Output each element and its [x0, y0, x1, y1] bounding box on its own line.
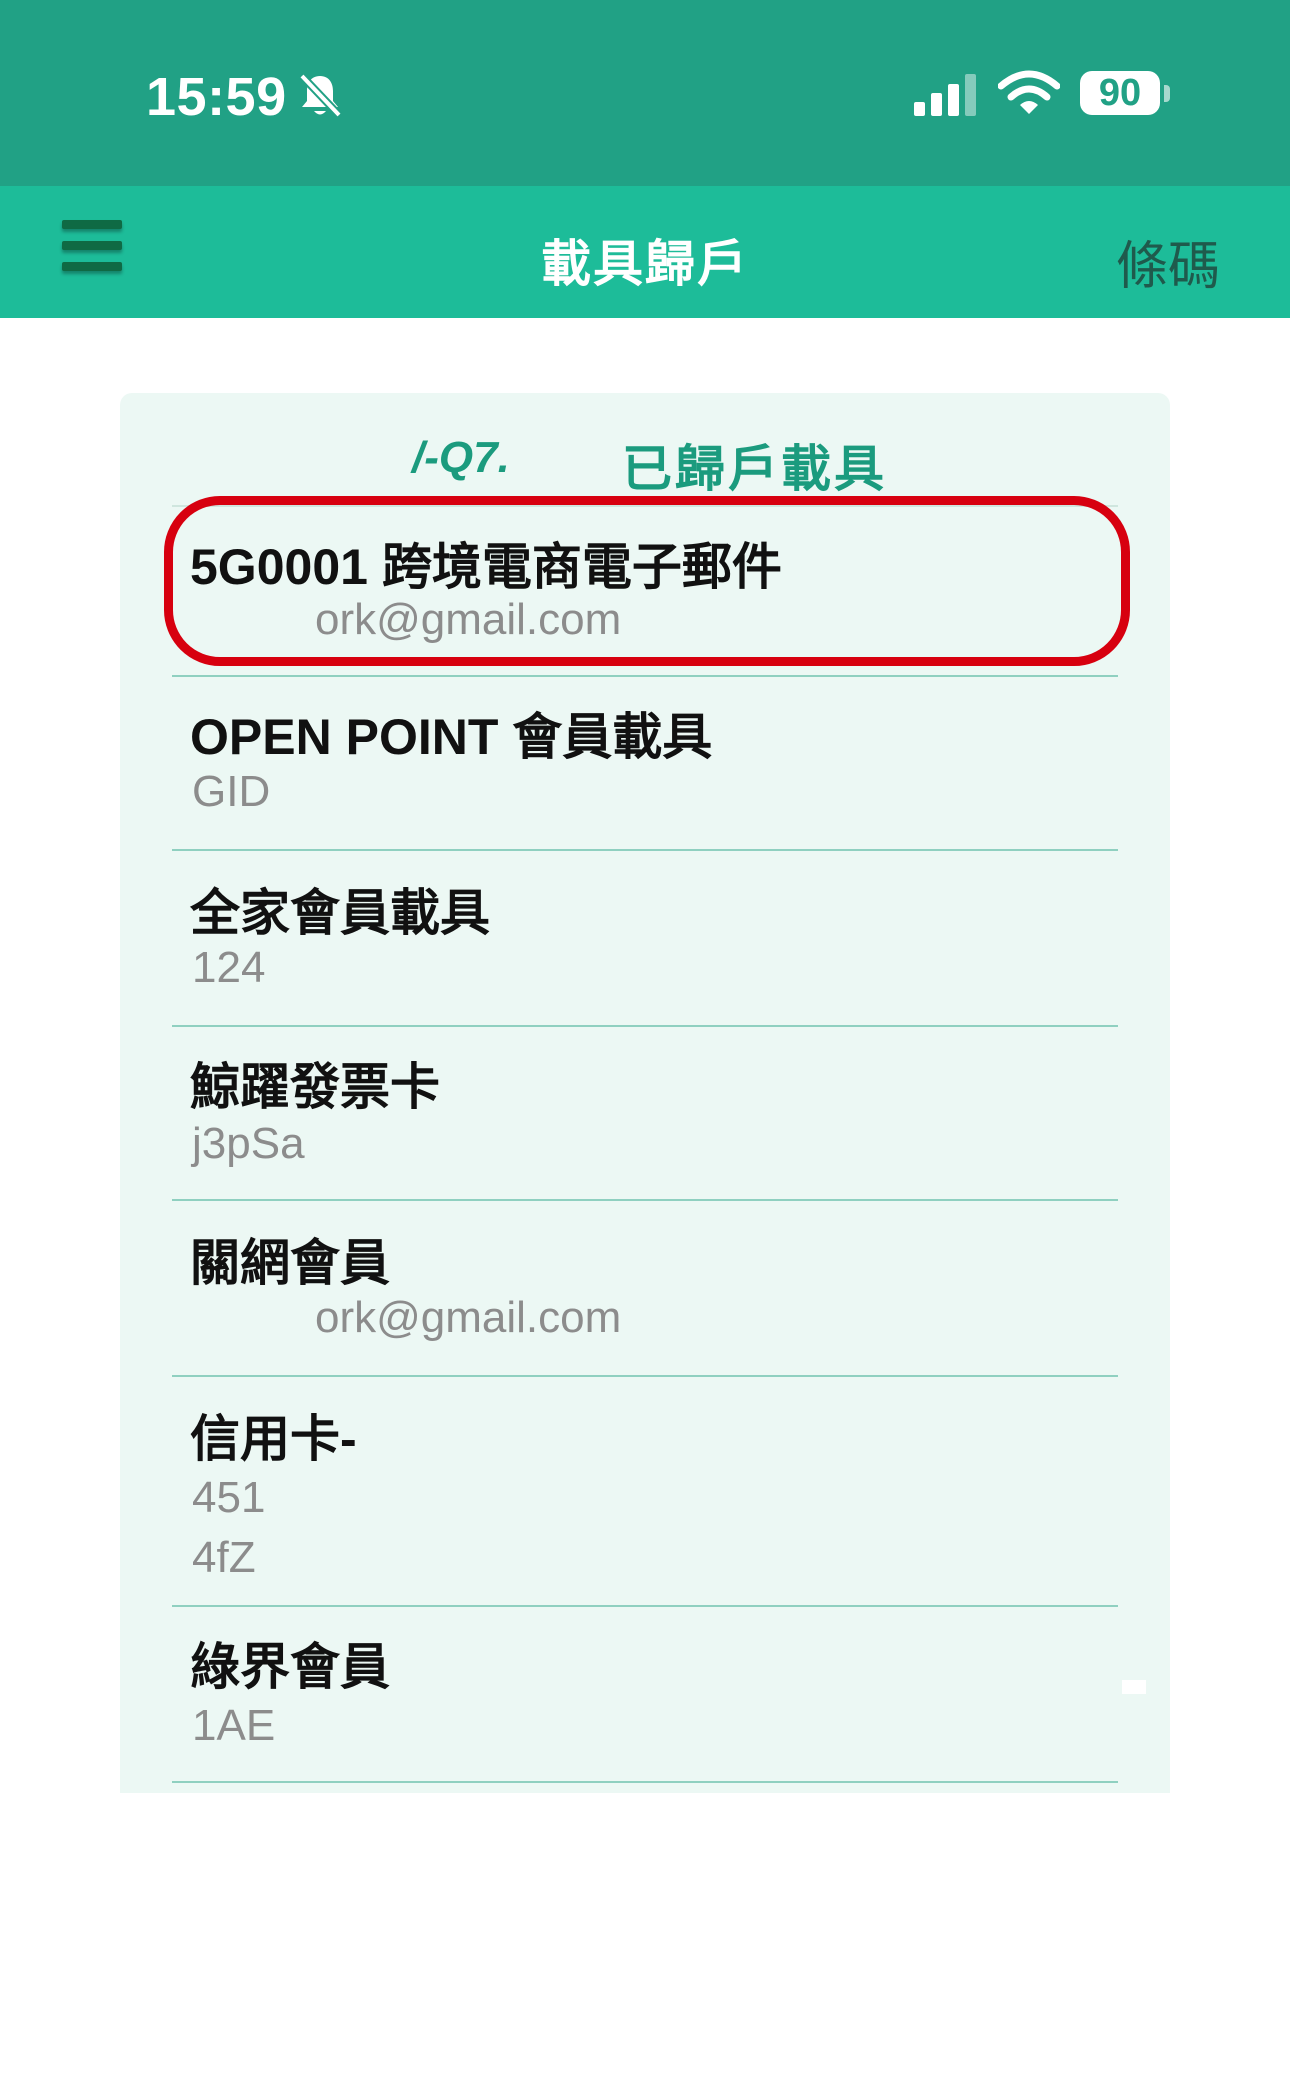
- menu-icon-line: [62, 220, 122, 229]
- item-subtitle: 1AE: [192, 1701, 276, 1750]
- menu-button[interactable]: [54, 214, 134, 284]
- item-title: OPEN POINT 會員載具: [190, 709, 713, 765]
- battery-level: 90: [1098, 72, 1142, 114]
- signal-icon: [914, 74, 976, 116]
- carrier-id: /-Q7.: [412, 433, 510, 482]
- item-title: 綠界會員: [190, 1639, 390, 1695]
- card-title: 已歸戶載具: [622, 441, 887, 497]
- list-item[interactable]: 信用卡- 451 4fZ: [172, 1377, 1118, 1607]
- battery-tip: [1164, 85, 1170, 102]
- highlight-annotation: [164, 496, 1130, 666]
- list-item[interactable]: 綠界會員 1AE: [172, 1607, 1118, 1783]
- item-title: 關網會員: [190, 1235, 390, 1291]
- list-item[interactable]: 全家會員載具 124: [172, 851, 1118, 1027]
- item-subtitle: j3pSa: [192, 1119, 305, 1168]
- wifi-icon: [998, 70, 1060, 114]
- item-title: 全家會員載具: [190, 885, 490, 941]
- item-title: 信用卡-: [190, 1411, 357, 1467]
- menu-icon-line: [62, 241, 122, 250]
- item-subtitle: 4fZ: [192, 1533, 256, 1582]
- list-item[interactable]: OPEN POINT 會員載具 GID: [172, 677, 1118, 851]
- status-time: 15:59: [146, 67, 287, 127]
- status-bar: 15:59 90: [0, 0, 1290, 186]
- item-subtitle: ork@gmail.com: [315, 1293, 622, 1342]
- small-marker: [1122, 1680, 1146, 1694]
- item-title: 鯨躍發票卡: [190, 1059, 440, 1115]
- item-subtitle: 451: [192, 1473, 266, 1522]
- battery-indicator: 90: [1080, 71, 1160, 115]
- page-title: 載具歸戶: [541, 236, 749, 292]
- item-subtitle: GID: [192, 767, 271, 816]
- item-divider: [172, 1781, 1118, 1783]
- menu-icon-line: [62, 262, 122, 271]
- barcode-button[interactable]: 條碼: [1080, 224, 1220, 299]
- list-item[interactable]: 關網會員 ork@gmail.com: [172, 1201, 1118, 1377]
- item-subtitle: 124: [192, 943, 266, 992]
- list-item[interactable]: 鯨躍發票卡 j3pSa: [172, 1027, 1118, 1201]
- bell-muted-icon: [299, 73, 342, 118]
- nav-bar: 載具歸戶 條碼: [0, 186, 1290, 318]
